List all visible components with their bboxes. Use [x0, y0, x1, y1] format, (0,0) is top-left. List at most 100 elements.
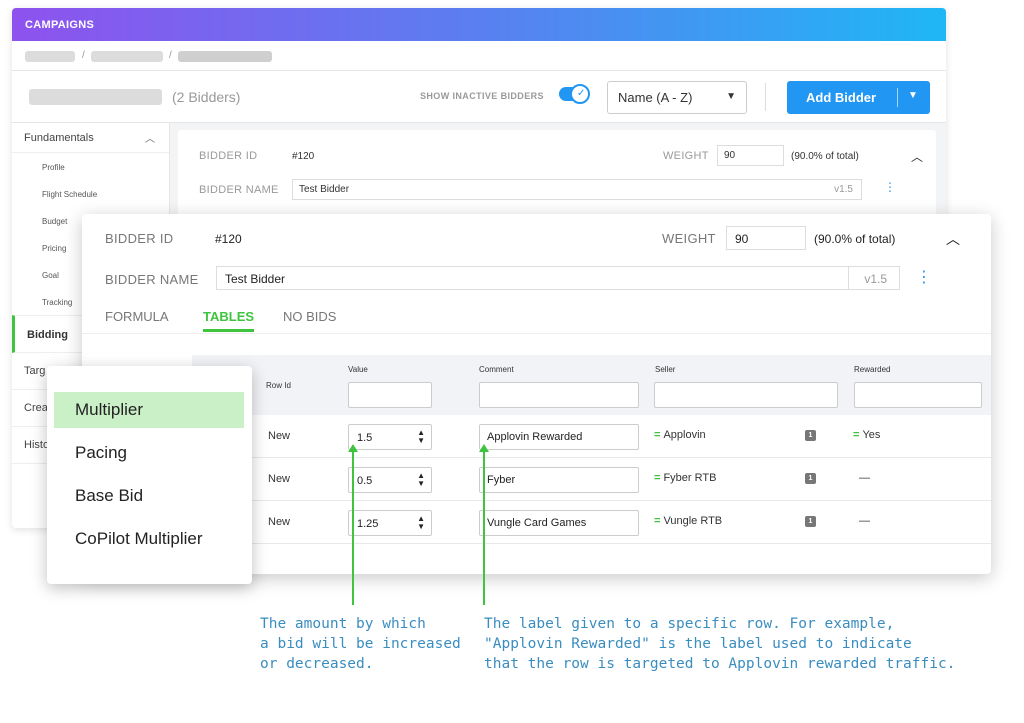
rewarded-value: — — [859, 472, 870, 484]
comment-input[interactable]: Vungle Card Games — [479, 510, 639, 536]
count-badge: 1 — [805, 430, 816, 441]
sidebar-item-profile[interactable]: Profile — [12, 153, 169, 180]
comment-input[interactable]: Applovin Rewarded — [479, 424, 639, 450]
chevron-up-icon: ︿ — [145, 134, 155, 145]
bidder-id-value: #120 — [292, 151, 315, 162]
stepper-icon[interactable]: ▲ ▼ — [417, 472, 425, 488]
bidder-name-label: BIDDER NAME — [105, 272, 199, 287]
stepper-icon[interactable]: ▲ ▼ — [417, 515, 425, 531]
weight-input[interactable]: 90 — [726, 226, 806, 250]
value-input-value: 1.25 — [357, 518, 379, 530]
background-bidder-card: BIDDER ID #120 WEIGHT 90 (90.0% of total… — [178, 130, 936, 220]
chevron-up-icon[interactable]: ︿ — [911, 148, 923, 165]
tab-no-bids[interactable]: NO BIDS — [283, 309, 336, 324]
divider — [765, 83, 766, 111]
value-annotation: The amount by which a bid will be increa… — [260, 614, 461, 674]
breadcrumb-item-1[interactable] — [25, 51, 75, 62]
value-annotation-line: or decreased. — [260, 656, 374, 672]
sidebar-item-flight-schedule[interactable]: Flight Schedule — [12, 180, 169, 207]
bidders-header: (2 Bidders) SHOW INACTIVE BIDDERS ✓ Name… — [12, 71, 946, 123]
bidders-count: (2 Bidders) — [172, 89, 241, 105]
stepper-icon[interactable]: ▲ ▼ — [417, 429, 425, 445]
bidder-name-label: BIDDER NAME — [199, 184, 279, 196]
add-bidder-button[interactable]: Add Bidder ▼ — [787, 81, 930, 114]
breadcrumb-item-3[interactable] — [178, 51, 272, 62]
campaign-name-placeholder — [29, 89, 162, 105]
bidder-table: Row Id Value Comment Seller Rewarded New… — [192, 355, 991, 544]
value-input[interactable]: 1.5 ▲ ▼ — [348, 424, 432, 450]
comment-annotation-line: that the row is targeted to Applovin rew… — [484, 656, 956, 672]
weight-percent: (90.0% of total) — [814, 232, 896, 246]
option-pacing[interactable]: Pacing — [54, 435, 244, 471]
add-bidder-label: Add Bidder — [806, 90, 877, 105]
divider — [897, 88, 898, 107]
seller-filter-input[interactable] — [654, 382, 838, 408]
tab-tables[interactable]: TABLES — [203, 309, 255, 332]
table-row: New 1.5 ▲ ▼ Applovin Rewarded = Applovin 1 … — [192, 415, 991, 458]
option-copilot-multiplier[interactable]: CoPilot Multiplier — [54, 521, 244, 557]
rewarded-filter-input[interactable] — [854, 382, 982, 408]
equals-icon: = — [654, 429, 661, 441]
weight-label: WEIGHT — [662, 231, 716, 246]
column-header-row-id: Row Id — [266, 381, 291, 390]
more-menu-icon[interactable]: ⋮ — [916, 267, 932, 287]
topbar-title: CAMPAIGNS — [25, 19, 95, 31]
bidder-name-input[interactable]: Test Bidder v1.5 — [216, 266, 900, 290]
tab-divider — [82, 333, 991, 334]
tab-formula[interactable]: FORMULA — [105, 309, 169, 324]
value-annotation-line: The amount by which — [260, 616, 426, 632]
value-input-value: 1.5 — [357, 432, 373, 444]
comment-annotation-line: "Applovin Rewarded" is the label used to… — [484, 636, 912, 652]
more-menu-icon[interactable]: ⋮ — [884, 180, 896, 194]
sort-select-value: Name (A - Z) — [618, 90, 693, 105]
breadcrumb-item-2[interactable] — [91, 51, 163, 62]
comment-filter-input[interactable] — [479, 382, 639, 408]
chevron-up-icon[interactable]: ︿ — [946, 229, 960, 249]
breadcrumb: / / — [12, 41, 946, 71]
value-input[interactable]: 0.5 ▲ ▼ — [348, 467, 432, 493]
value-input[interactable]: 1.25 ▲ ▼ — [348, 510, 432, 536]
weight-input-value: 90 — [735, 232, 749, 246]
option-base-bid[interactable]: Base Bid — [54, 478, 244, 514]
divider — [848, 266, 849, 290]
comment-input[interactable]: Fyber — [479, 467, 639, 493]
sidebar-group-fundamentals[interactable]: Fundamentals ︿ — [12, 123, 169, 153]
weight-input[interactable]: 90 — [717, 145, 784, 166]
equals-icon: = — [654, 515, 661, 527]
seller-value: Vungle RTB — [663, 515, 723, 527]
campaigns-topbar: CAMPAIGNS — [12, 8, 946, 41]
count-badge: 1 — [805, 516, 816, 527]
row-id-cell: New — [268, 516, 291, 528]
row-id-cell: New — [268, 430, 291, 442]
comment-annotation-line: The label given to a specific row. For e… — [484, 616, 895, 632]
seller-cell: = Applovin — [654, 429, 706, 441]
equals-icon: = — [654, 472, 661, 484]
table-row: New 0.5 ▲ ▼ Fyber = Fyber RTB 1 — — [192, 458, 991, 501]
sidebar-group-label: Fundamentals — [24, 132, 94, 144]
column-header-seller: Seller — [655, 365, 676, 374]
breadcrumb-separator: / — [169, 50, 172, 61]
value-input-value: 0.5 — [357, 475, 373, 487]
table-header: Row Id Value Comment Seller Rewarded — [192, 355, 991, 415]
column-header-rewarded: Rewarded — [854, 365, 891, 374]
bidder-name-input[interactable]: Test Bidder v1.5 — [292, 179, 862, 200]
column-header-comment: Comment — [479, 365, 514, 374]
count-badge: 1 — [805, 473, 816, 484]
caret-down-icon[interactable]: ▼ — [908, 90, 918, 101]
table-row: New 1.25 ▲ ▼ Vungle Card Games = Vungle RTB… — [192, 501, 991, 544]
bidder-id-value: #120 — [215, 232, 242, 246]
bidder-id-label: BIDDER ID — [105, 231, 174, 246]
caret-down-icon: ▼ — [726, 91, 736, 102]
value-filter-input[interactable] — [348, 382, 432, 408]
sort-select[interactable]: Name (A - Z) ▼ — [607, 81, 747, 114]
option-multiplier[interactable]: Multiplier — [54, 392, 244, 428]
equals-icon: = — [853, 429, 860, 441]
seller-cell: = Fyber RTB — [654, 472, 716, 484]
bidder-id-label: BIDDER ID — [199, 150, 258, 162]
column-header-value: Value — [348, 365, 368, 374]
check-icon: ✓ — [577, 88, 586, 99]
comment-input-value: Applovin Rewarded — [487, 431, 583, 443]
rewarded-value: Yes — [862, 429, 881, 441]
table-type-dropdown: Multiplier Pacing Base Bid CoPilot Multi… — [47, 366, 252, 584]
bidder-name-value: Test Bidder — [299, 184, 350, 195]
